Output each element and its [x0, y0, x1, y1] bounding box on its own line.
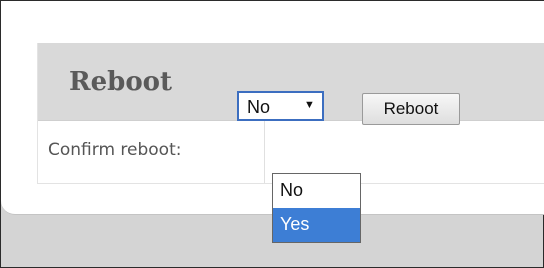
option-yes[interactable]: Yes	[273, 208, 360, 242]
confirm-reboot-select[interactable]: No ▼	[237, 91, 324, 121]
label-cell: Confirm reboot:	[38, 121, 265, 183]
option-no[interactable]: No	[273, 174, 360, 208]
dropdown-arrow-icon: ▼	[304, 99, 315, 111]
select-dropdown-list: No Yes	[272, 173, 361, 243]
select-current-value: No	[247, 97, 271, 117]
confirm-reboot-label: Confirm reboot:	[48, 140, 182, 160]
reboot-button[interactable]: Reboot	[362, 93, 460, 125]
section-title: Reboot	[69, 67, 173, 97]
